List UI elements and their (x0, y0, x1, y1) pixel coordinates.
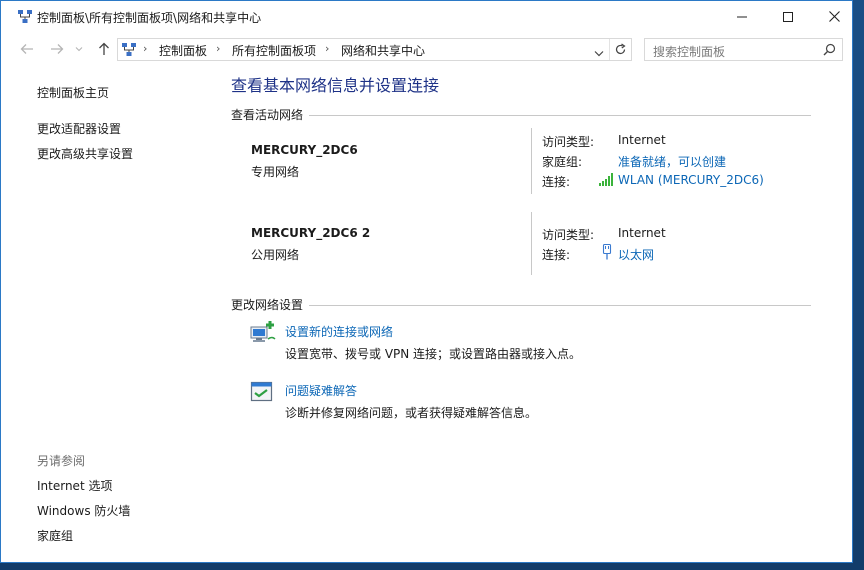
up-arrow-icon (99, 42, 109, 55)
control-panel-network-icon (17, 9, 33, 25)
network-name: MERCURY_2DC6 2 (251, 226, 371, 240)
troubleshoot-problems-link[interactable]: 问题疑难解答 (285, 382, 357, 399)
section-divider (309, 115, 811, 116)
section-divider (309, 305, 811, 306)
sidebar-change-adapter-settings[interactable]: 更改适配器设置 (37, 120, 121, 137)
chevron-down-icon (594, 51, 604, 57)
new-connection-icon[interactable] (250, 321, 276, 348)
see-also-internet-options[interactable]: Internet 选项 (37, 477, 112, 494)
network-name: MERCURY_2DC6 (251, 143, 358, 157)
connection-label: 连接: (542, 248, 571, 262)
network-divider (531, 128, 532, 194)
breadcrumb-network-center[interactable]: 网络和共享中心 (341, 42, 425, 59)
refresh-icon (615, 43, 626, 55)
minimize-icon (737, 16, 747, 17)
address-bar[interactable]: › 控制面板 › 所有控制面板项 › 网络和共享中心 (117, 38, 632, 61)
close-icon (828, 11, 840, 22)
sidebar-control-panel-home[interactable]: 控制面板主页 (37, 84, 109, 101)
chevron-down-icon (75, 47, 83, 52)
close-button[interactable] (811, 1, 852, 32)
homegroup-label: 家庭组: (542, 155, 583, 169)
homegroup-ready-link[interactable]: 准备就绪，可以创建 (618, 153, 726, 170)
sidebar-change-advanced-sharing[interactable]: 更改高级共享设置 (37, 145, 133, 162)
window-title: 控制面板\所有控制面板项\网络和共享中心 (37, 11, 262, 25)
access-type-value: Internet (618, 133, 666, 147)
forward-arrow-icon (51, 44, 64, 54)
breadcrumb-control-panel[interactable]: 控制面板 (159, 42, 207, 59)
breadcrumb-separator-icon[interactable]: › (325, 42, 329, 55)
see-also-windows-firewall[interactable]: Windows 防火墙 (37, 502, 130, 519)
page-title: 查看基本网络信息并设置连接 (231, 76, 440, 95)
access-type-value: Internet (618, 226, 666, 240)
maximize-icon (783, 11, 793, 22)
address-history-button[interactable] (594, 46, 604, 60)
access-type-label: 访问类型: (542, 228, 595, 242)
search-icon[interactable] (823, 43, 836, 59)
up-button[interactable] (94, 39, 114, 59)
control-panel-location-icon (121, 42, 137, 61)
breadcrumb-all-items[interactable]: 所有控制面板项 (232, 42, 316, 59)
wifi-signal-icon (599, 173, 614, 189)
troubleshoot-description: 诊断并修复网络问题，或者获得疑难解答信息。 (285, 406, 538, 420)
network-sharing-center-window: 控制面板\所有控制面板项\网络和共享中心 › 控制面板 › 所有控制面板项 › … (0, 0, 853, 563)
forward-button[interactable] (47, 39, 67, 59)
minimize-button[interactable] (719, 1, 765, 32)
back-button[interactable] (17, 39, 37, 59)
see-also-homegroup[interactable]: 家庭组 (37, 527, 73, 544)
setup-new-connection-description: 设置宽带、拨号或 VPN 连接；或设置路由器或接入点。 (285, 347, 582, 361)
troubleshoot-icon[interactable] (250, 381, 274, 406)
network-category: 专用网络 (251, 165, 300, 179)
search-input[interactable]: 搜索控制面板 (653, 43, 725, 60)
active-networks-heading: 查看活动网络 (231, 108, 304, 122)
refresh-button[interactable] (614, 43, 627, 59)
maximize-button[interactable] (765, 1, 811, 32)
title-bar[interactable]: 控制面板\所有控制面板项\网络和共享中心 (1, 1, 852, 32)
setup-new-connection-link[interactable]: 设置新的连接或网络 (285, 323, 393, 340)
see-also-heading: 另请参阅 (37, 454, 86, 468)
access-type-label: 访问类型: (542, 135, 595, 149)
recent-locations-button[interactable] (72, 39, 86, 59)
network-category: 公用网络 (251, 248, 300, 262)
breadcrumb-separator-icon[interactable]: › (216, 42, 220, 55)
back-arrow-icon (20, 44, 33, 54)
breadcrumb-separator-icon[interactable]: › (143, 42, 147, 55)
ethernet-plug-icon (601, 243, 613, 263)
search-box[interactable]: 搜索控制面板 (644, 38, 843, 61)
ethernet-connection-link[interactable]: 以太网 (618, 246, 654, 263)
network-divider (531, 212, 532, 275)
change-settings-heading: 更改网络设置 (231, 298, 304, 312)
address-divider (609, 39, 610, 60)
wlan-connection-link[interactable]: WLAN (MERCURY_2DC6) (618, 173, 764, 187)
connection-label: 连接: (542, 175, 571, 189)
navigation-bar: › 控制面板 › 所有控制面板项 › 网络和共享中心 搜索控制面板 (1, 35, 852, 63)
